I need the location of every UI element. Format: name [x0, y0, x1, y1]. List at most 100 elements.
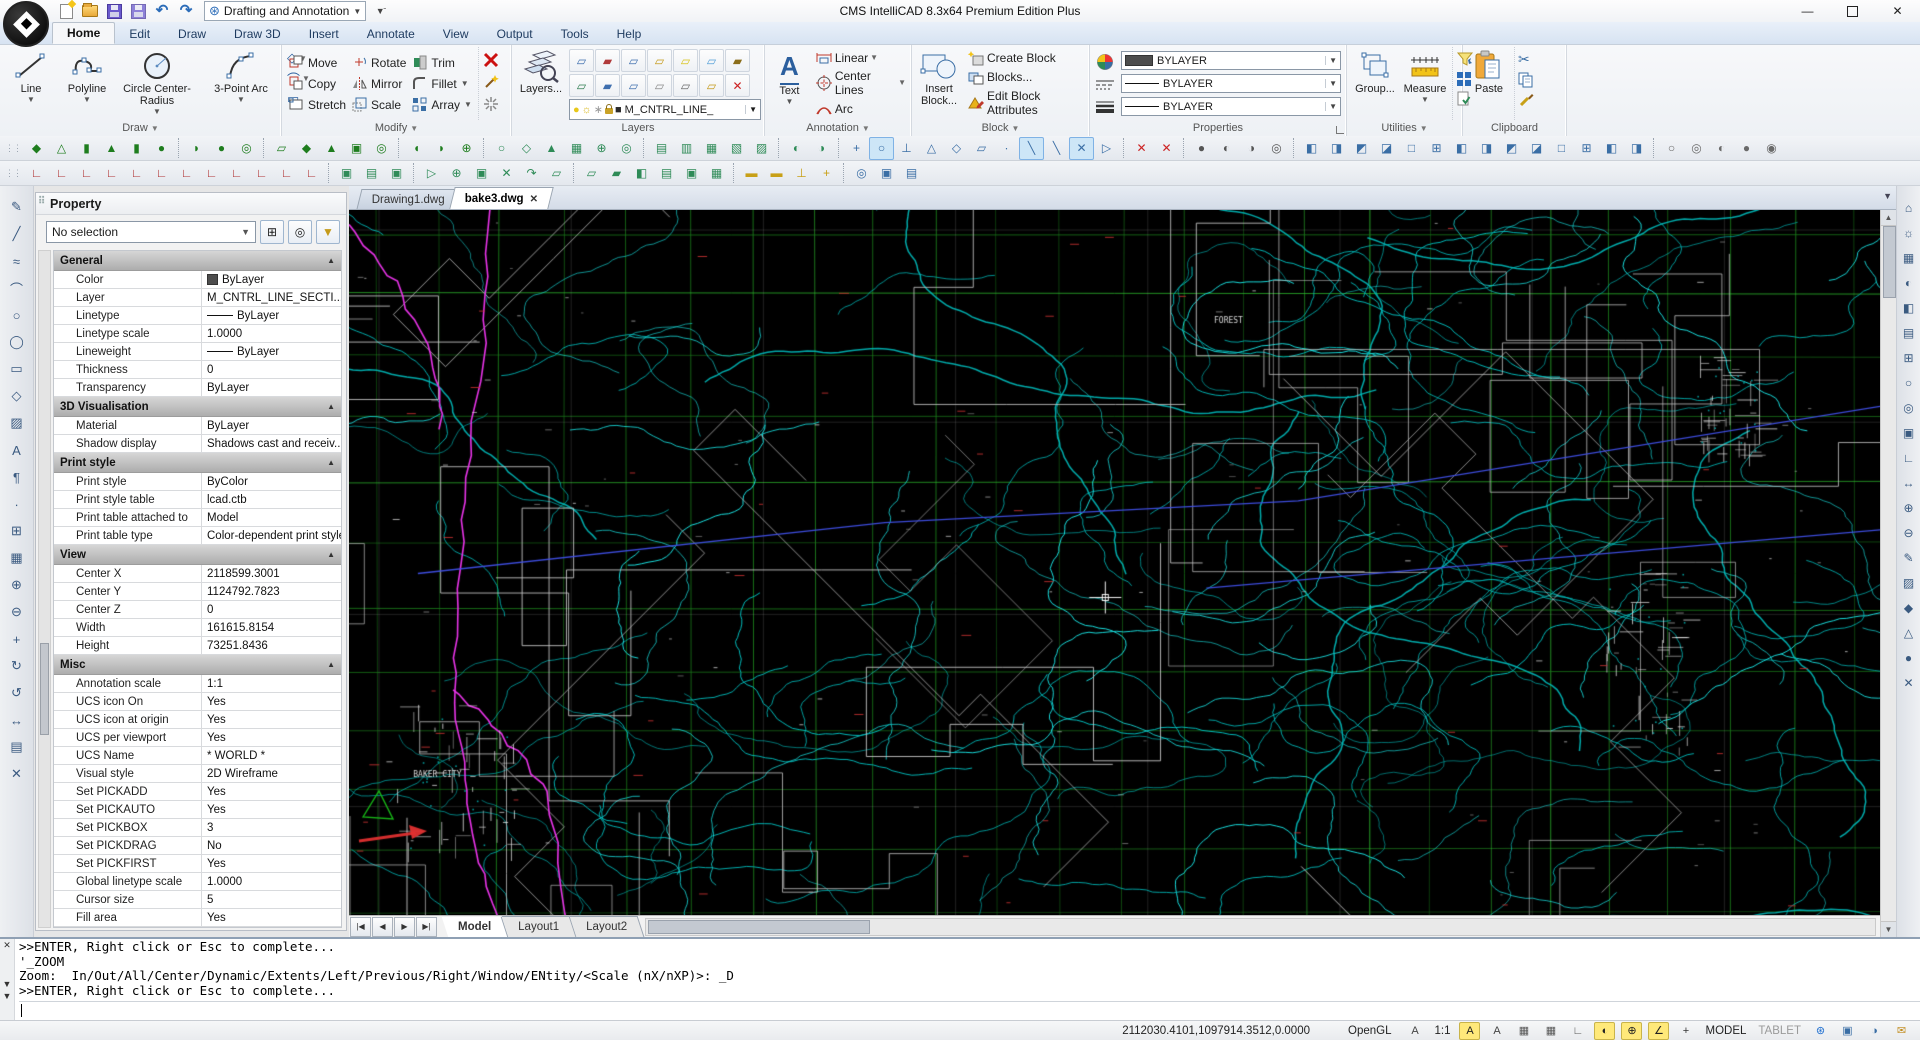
tab-help[interactable]: Help — [603, 24, 656, 44]
ucs-tools-icon-3[interactable]: ∟ — [99, 162, 124, 185]
block-tools-icon-1[interactable]: ▤ — [359, 162, 384, 185]
zoom-window-tool[interactable]: ⊕ — [1897, 496, 1920, 519]
property-value[interactable]: 0 — [202, 601, 341, 618]
block-insert-tool[interactable]: ⊞ — [4, 518, 30, 544]
meshes-icon-3[interactable]: ▧ — [724, 137, 749, 160]
collapse-icon[interactable]: ▲ — [327, 458, 335, 467]
snap-run-icon-0[interactable]: ✕ — [1129, 137, 1154, 160]
auto-annotation-icon[interactable]: A — [1459, 1021, 1481, 1040]
open-drawing-button[interactable] — [80, 2, 100, 20]
layer-unlock-tool[interactable]: ▱ — [647, 74, 672, 97]
tab-edit[interactable]: Edit — [115, 24, 164, 44]
meshes-icon-0[interactable]: ▤ — [649, 137, 674, 160]
meshes-icon-2[interactable]: ▦ — [699, 137, 724, 160]
property-value[interactable]: ByLayer — [202, 343, 341, 360]
surfaces-icon-3[interactable]: ▦ — [564, 137, 589, 160]
selection-combo[interactable]: No selection ▼ — [46, 221, 256, 243]
text-tool[interactable]: A — [4, 437, 30, 463]
settings-gear-icon[interactable]: ⊛ — [1810, 1022, 1831, 1040]
property-value[interactable]: * WORLD * — [202, 747, 341, 764]
entity-snaps-icon-5[interactable]: ▱ — [969, 137, 994, 160]
sketch-tool[interactable]: ✎ — [4, 194, 30, 220]
fillet-button[interactable]: Fillet ▼ — [412, 73, 472, 94]
render-modes-icon-1[interactable]: ◐ — [1214, 137, 1239, 160]
property-value[interactable]: lcad.ctb — [202, 491, 341, 508]
explode-tool[interactable] — [482, 95, 500, 113]
center-lines-button[interactable]: Center Lines ▼ — [815, 69, 906, 97]
entity-linetype-icon[interactable] — [1095, 78, 1115, 92]
property-value[interactable]: Yes — [202, 855, 341, 872]
blocks--button[interactable]: Blocks... — [967, 69, 1084, 85]
entity-snaps-icon-9[interactable]: ✕ — [1069, 136, 1094, 160]
collapse-icon[interactable]: ▲ — [327, 660, 335, 669]
prev-layout-button[interactable]: ◀ — [372, 916, 393, 937]
view-cubes-icon-8[interactable]: ◩ — [1499, 137, 1524, 160]
close-tab-icon[interactable]: ✕ — [530, 193, 538, 204]
entity-snaps-icon-7[interactable]: ╲ — [1019, 136, 1044, 160]
linear-button[interactable]: Linear ▼ — [815, 51, 906, 65]
property-value[interactable]: 0 — [202, 361, 341, 378]
shade-tool[interactable]: ◐ — [1897, 271, 1920, 294]
layer-change[interactable]: ▱ — [621, 49, 646, 72]
sun-properties-tool[interactable]: ☼ — [1897, 221, 1920, 244]
property-value[interactable]: 3 — [202, 819, 341, 836]
measure-tools-icon-3[interactable]: + — [814, 162, 839, 185]
layer-delete[interactable]: ✕ — [725, 74, 750, 97]
trim-button[interactable]: Trim — [412, 52, 472, 73]
polar-icon[interactable]: ◐ — [1594, 1021, 1616, 1040]
xref-tools-icon-2[interactable]: ◧ — [629, 162, 654, 185]
property-value[interactable]: 2118599.3001 — [202, 565, 341, 582]
group--button[interactable]: Group... — [1350, 47, 1400, 120]
command-input[interactable] — [19, 1001, 1920, 1020]
inquiry-tools-icon-1[interactable]: ▣ — [874, 162, 899, 185]
refedit-tools-icon-2[interactable]: ▣ — [469, 162, 494, 185]
property-panel-title[interactable]: Property — [36, 193, 346, 215]
property-value[interactable]: ByLayer — [202, 307, 341, 324]
ucs-tools-icon-8[interactable]: ∟ — [224, 162, 249, 185]
surfaces-icon-4[interactable]: ⊕ — [589, 137, 614, 160]
property-value[interactable]: Yes — [202, 729, 341, 746]
render-modes-icon-2[interactable]: ◑ — [1239, 137, 1264, 160]
view-cubes-icon-4[interactable]: □ — [1399, 137, 1424, 160]
view-cubes-icon-6[interactable]: ◧ — [1449, 137, 1474, 160]
paste-button[interactable]: Paste — [1466, 47, 1512, 120]
shade-spheres-icon-2[interactable]: ◐ — [1709, 137, 1734, 160]
solid-edit-icon-3[interactable]: ▣ — [344, 137, 369, 160]
annotate-tool[interactable]: ✎ — [1897, 546, 1920, 569]
command-history-icon[interactable]: ▼ — [3, 979, 12, 989]
model-viewport[interactable]: |◀ ◀ ▶ ▶| Model Layout1 Layout2 — [349, 210, 1880, 937]
layout-tab-layout1[interactable]: Layout1 — [501, 915, 577, 937]
refedit-tools-icon-4[interactable]: ↷ — [519, 162, 544, 185]
line-tool[interactable]: ╱ — [4, 221, 30, 247]
render-tool[interactable]: ◎ — [1897, 396, 1920, 419]
edit-block-attributes-button[interactable]: Edit Block Attributes — [967, 89, 1084, 117]
clean-screen-icon[interactable]: ◑ — [1864, 1022, 1885, 1040]
xref-tools-icon-4[interactable]: ▣ — [679, 162, 704, 185]
wedge-tool[interactable]: △ — [1897, 621, 1920, 644]
grid-display-tool[interactable]: ▦ — [1897, 246, 1920, 269]
save-button[interactable] — [104, 2, 124, 20]
insert-block-button[interactable]: Insert Block... — [915, 47, 963, 120]
layer-isolate[interactable]: ▱ — [699, 74, 724, 97]
view-cubes-icon-9[interactable]: ◪ — [1524, 137, 1549, 160]
entity-snaps-icon-4[interactable]: ◇ — [944, 137, 969, 160]
shade-spheres-icon-1[interactable]: ◎ — [1684, 137, 1709, 160]
command-expand-icon[interactable]: ▼ — [3, 991, 12, 1001]
inquiry-tools-icon-0[interactable]: ◎ — [849, 162, 874, 185]
drawing-tab-Drawing1-dwg[interactable]: Drawing1.dwg — [356, 189, 461, 209]
entity-snaps-icon-8[interactable]: ╲ — [1044, 137, 1069, 160]
vertical-scrollbar[interactable]: ▲ ▼ — [1880, 210, 1896, 937]
drawing-tab-menu-button[interactable]: ▼ — [1883, 191, 1892, 201]
mtext-tool[interactable]: ¶ — [4, 464, 30, 490]
xref-tools-icon-3[interactable]: ▤ — [654, 162, 679, 185]
entity-snaps-icon-1[interactable]: ○ — [869, 136, 894, 160]
viewport-tool[interactable]: ◧ — [1897, 296, 1920, 319]
entity-snaps-icon-2[interactable]: ⊥ — [894, 137, 919, 160]
array-button[interactable]: Array ▼ — [412, 94, 472, 115]
entity-color-icon[interactable] — [1095, 53, 1115, 71]
surfaces-icon-0[interactable]: ○ — [489, 137, 514, 160]
measure-button[interactable]: Measure ▼ — [1400, 47, 1450, 120]
ucs-tools-icon-4[interactable]: ∟ — [124, 162, 149, 185]
layer-lock-tool[interactable]: ▱ — [647, 49, 672, 72]
snap-icon[interactable]: ▦ — [1513, 1022, 1534, 1040]
